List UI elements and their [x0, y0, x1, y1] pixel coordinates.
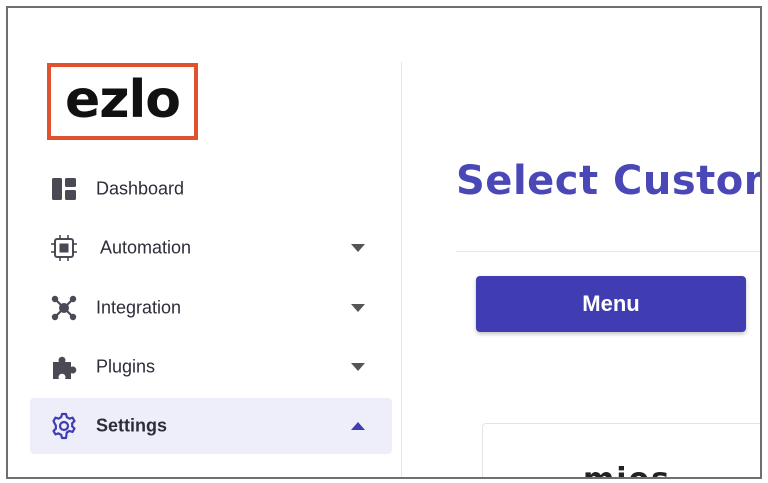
- sidebar-item-plugins[interactable]: Plugins: [30, 339, 392, 395]
- title-divider: [456, 251, 760, 252]
- app-window: ezlo Dashboard Automation Integration Pl…: [6, 6, 762, 479]
- sidebar: ezlo Dashboard Automation Integration Pl…: [8, 8, 400, 477]
- sidebar-item-label: Automation: [100, 237, 192, 258]
- sidebar-item-label: Settings: [96, 415, 168, 436]
- automation-icon: [51, 235, 77, 261]
- ezlo-logo: ezlo: [64, 70, 181, 130]
- puzzle-icon: [53, 356, 77, 379]
- page-title: Select Custom: [456, 158, 762, 204]
- logo-highlight[interactable]: ezlo: [47, 63, 198, 140]
- sidebar-item-label: Dashboard: [96, 178, 185, 199]
- chevron-up-icon[interactable]: [351, 422, 365, 430]
- menu-button[interactable]: Menu: [476, 276, 746, 332]
- chevron-down-icon[interactable]: [351, 363, 365, 371]
- sidebar-item-dashboard[interactable]: Dashboard: [30, 161, 392, 217]
- main-content: Select Custom Menu mios: [402, 8, 760, 477]
- dashboard-icon: [52, 178, 76, 200]
- integration-icon: [51, 295, 77, 321]
- gear-icon: [52, 412, 76, 440]
- controller-card[interactable]: mios: [482, 423, 760, 477]
- sidebar-item-label: Plugins: [96, 356, 156, 377]
- sidebar-item-label: Integration: [96, 297, 182, 318]
- mios-logo: mios: [583, 462, 671, 477]
- sidebar-item-automation[interactable]: Automation: [30, 220, 392, 276]
- sidebar-item-integration[interactable]: Integration: [30, 280, 392, 336]
- chevron-down-icon[interactable]: [351, 304, 365, 312]
- chevron-down-icon[interactable]: [351, 244, 365, 252]
- sidebar-item-settings[interactable]: Settings: [30, 398, 392, 454]
